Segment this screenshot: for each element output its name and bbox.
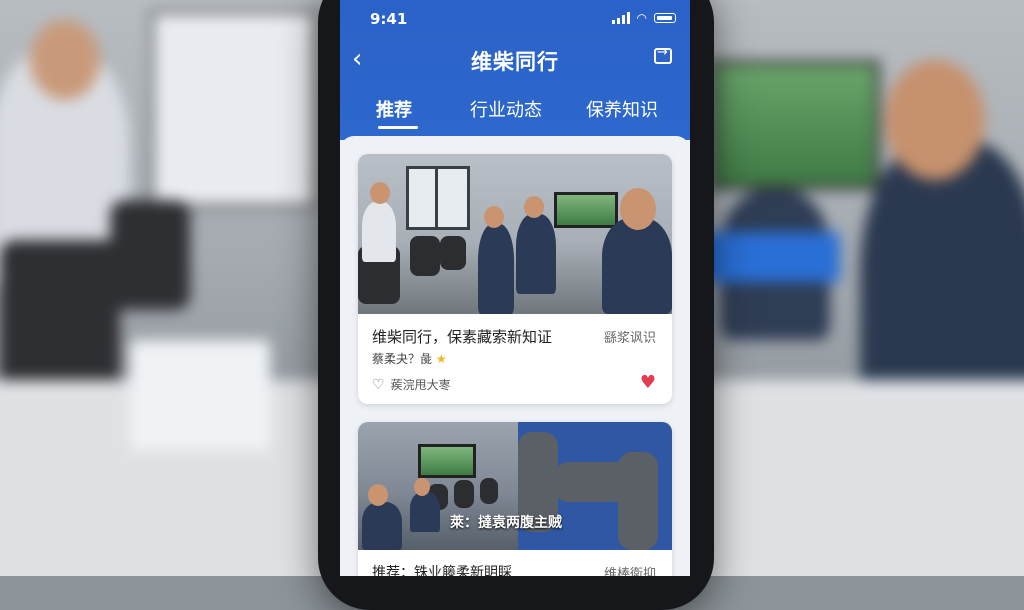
signal-icon xyxy=(611,12,630,24)
article-title: 推荐：铢业籐柔新眀睬 xyxy=(372,565,512,576)
article-tag: 繇浆讽识 xyxy=(603,331,656,346)
app-screen: 9:41 ◠ ‹ 维柴同行 推荐 行业动态 保养知识 xyxy=(340,0,690,576)
feed: 维柴同行，保素藏索新知证 繇浆讽识 蔡柔夬？彘 ★ ♡ 蒺浣甩大栆 ♥ 萊：撻袁… xyxy=(340,136,690,576)
nav-bar: ‹ 维柴同行 xyxy=(340,42,690,82)
article-tag: 维棒衛抑 xyxy=(603,567,656,576)
like-heart-icon[interactable]: ♥ xyxy=(640,372,656,393)
tab-maintenance[interactable]: 保养知识 xyxy=(586,96,658,122)
share-icon[interactable] xyxy=(654,45,672,64)
tab-bar: 推荐 行业动态 保养知识 xyxy=(340,96,690,136)
image-caption: 萊：撻袁两腹主贼 xyxy=(450,515,562,531)
app-header: 9:41 ◠ ‹ 维柴同行 推荐 行业动态 保养知识 xyxy=(340,0,690,140)
active-tab-indicator xyxy=(378,126,418,129)
star-icon: ★ xyxy=(435,352,447,366)
article-card[interactable]: 维柴同行，保素藏索新知证 繇浆讽识 蔡柔夬？彘 ★ ♡ 蒺浣甩大栆 ♥ xyxy=(358,154,672,404)
page-title: 维柴同行 xyxy=(471,50,559,74)
tab-recommend[interactable]: 推荐 xyxy=(376,96,412,122)
article-footer: ♡ 蒺浣甩大栆 xyxy=(372,376,451,393)
article-card[interactable]: 萊：撻袁两腹主贼 推荐：铢业籐柔新眀睬 维棒衛抑 xyxy=(358,422,672,576)
tab-industry-news[interactable]: 行业动态 xyxy=(470,96,542,122)
status-time: 9:41 xyxy=(370,10,408,28)
heart-outline-icon[interactable]: ♡ xyxy=(372,377,385,393)
battery-icon xyxy=(654,13,676,23)
article-image: 萊：撻袁两腹主贼 xyxy=(358,422,672,550)
status-bar: 9:41 ◠ xyxy=(340,0,690,38)
article-subtitle: 蔡柔夬？彘 ★ xyxy=(372,352,447,366)
article-title: 维柴同行，保素藏索新知证 xyxy=(372,328,553,346)
wifi-icon: ◠ xyxy=(636,11,647,25)
article-image xyxy=(358,154,672,314)
